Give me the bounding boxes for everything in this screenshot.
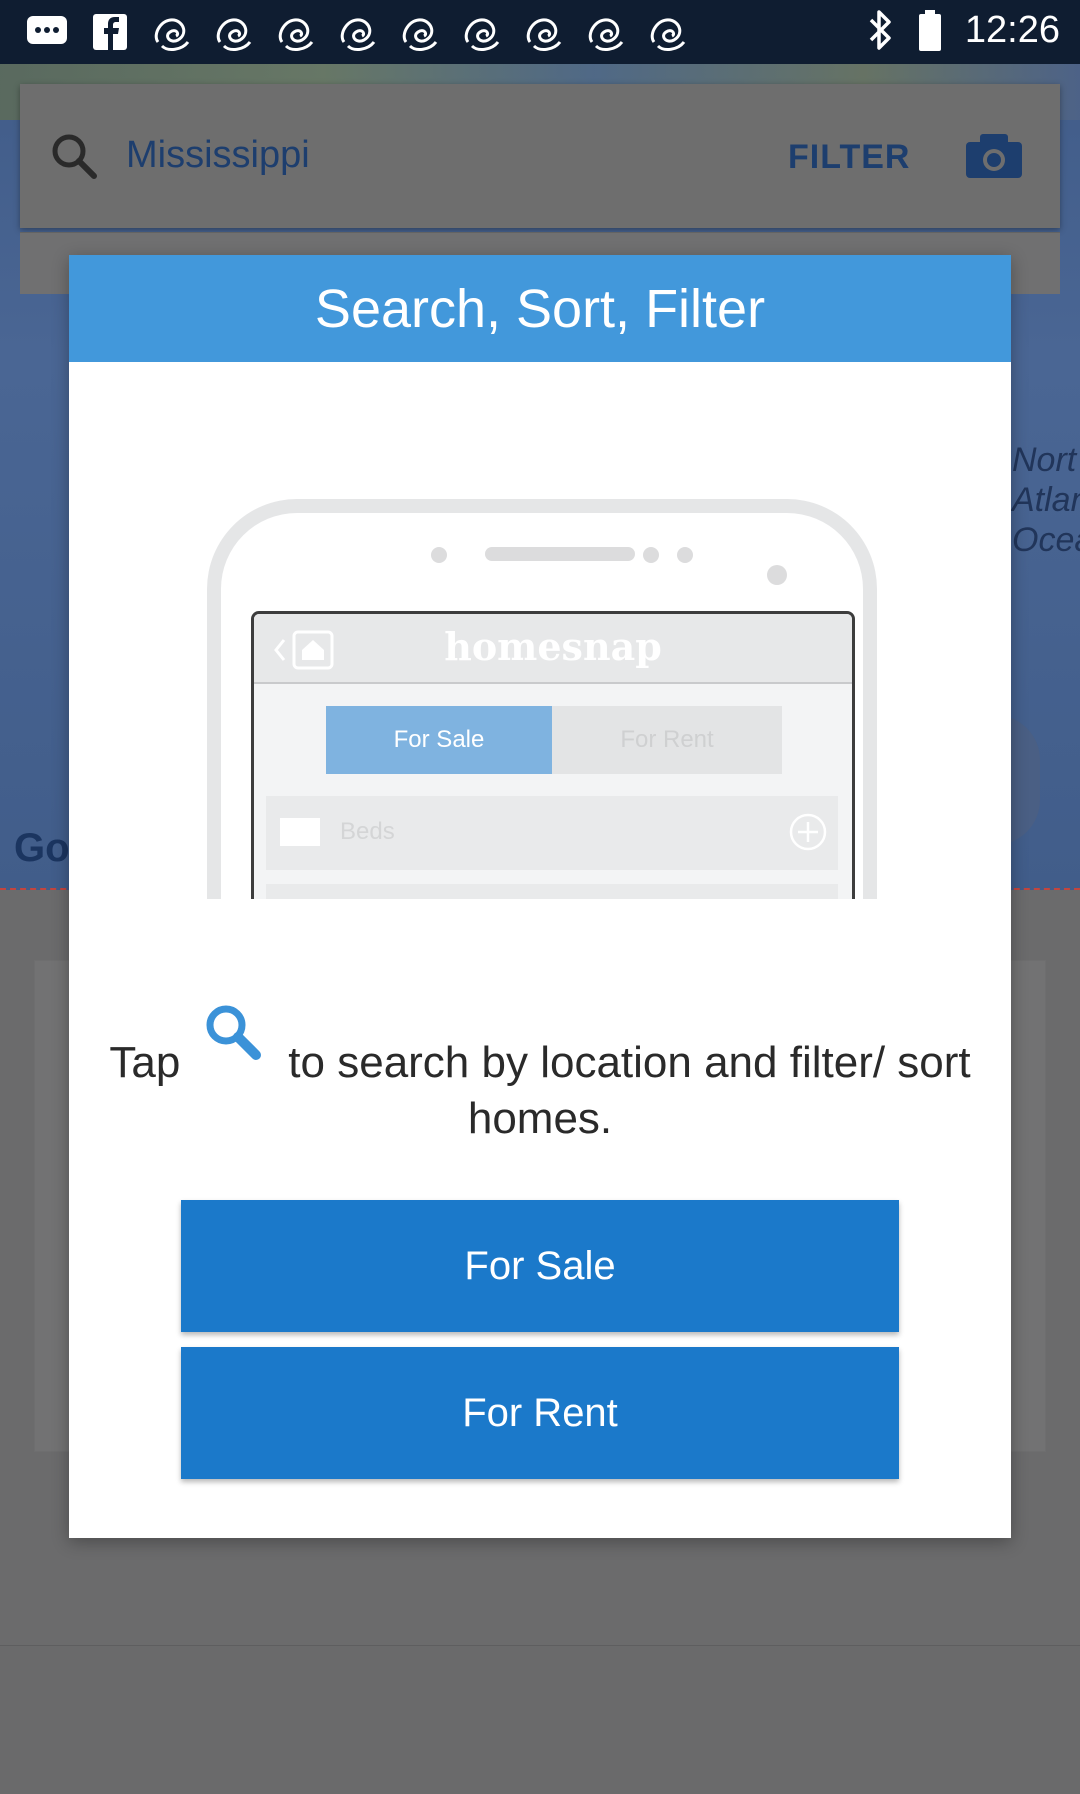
search-location-text: Mississippi — [126, 134, 310, 176]
phone-screen: homesnap For Sale For Rent Beds — [251, 611, 855, 899]
illustration-tab-rent: For Rent — [552, 706, 782, 774]
search-bar: Mississippi FILTER — [20, 84, 1060, 294]
instruction-text: Tap to search by location and filter/ so… — [109, 1005, 971, 1147]
bottom-band — [0, 1645, 1080, 1794]
bluetooth-icon — [869, 10, 891, 50]
app-icon — [154, 18, 190, 51]
facebook-icon — [93, 14, 127, 50]
app-icon — [588, 18, 624, 51]
illustration-beds-box — [280, 818, 320, 846]
illustration-beds-label: Beds — [340, 818, 395, 845]
app-icon — [526, 18, 562, 51]
instruction-prefix: Tap — [109, 1038, 181, 1087]
plus-circle-icon — [789, 813, 827, 851]
app-icon — [278, 18, 314, 51]
illustration-next-row — [266, 884, 838, 899]
app-icon — [216, 18, 252, 51]
illustration-beds-row: Beds — [266, 796, 838, 870]
phone-sensor-dot — [677, 547, 693, 563]
camera-icon — [966, 134, 1022, 178]
instruction-suffix: to search by location and filter/ sort h… — [288, 1038, 971, 1143]
illustration-tab-sale: For Sale — [326, 706, 552, 774]
illustration-brand: homesnap — [444, 624, 662, 669]
phone-camera-dot — [767, 565, 787, 585]
google-logo-fragment: Go — [14, 826, 70, 870]
phone-illustration: homesnap For Sale For Rent Beds — [207, 499, 877, 899]
search-icon — [52, 134, 97, 179]
app-icon — [340, 18, 376, 51]
search-icon — [206, 1005, 262, 1060]
phone-speaker — [485, 547, 635, 561]
tutorial-dialog: Search, Sort, Filter homesnap For Sale F… — [69, 255, 1011, 1538]
filter-button: FILTER — [788, 138, 911, 176]
dialog-title: Search, Sort, Filter — [69, 255, 1011, 362]
map-ocean-label: NortAtlanOcea — [1012, 441, 1080, 559]
app-icon — [650, 18, 686, 51]
illustration-segmented-control: For Sale For Rent — [326, 706, 782, 774]
for-sale-button[interactable]: For Sale — [181, 1200, 899, 1332]
app-icon — [402, 18, 438, 51]
battery-icon — [918, 10, 941, 51]
messages-icon — [27, 16, 67, 44]
for-rent-button[interactable]: For Rent — [181, 1347, 899, 1479]
phone-sensor-dot — [643, 547, 659, 563]
clock: 12:26 — [964, 8, 1060, 51]
status-bar: 12:26 — [0, 0, 1080, 64]
app-icon — [464, 18, 500, 51]
illustration-app-bar: homesnap — [254, 614, 852, 684]
phone-sensor-dot — [431, 547, 447, 563]
notification-icons — [24, 12, 690, 52]
